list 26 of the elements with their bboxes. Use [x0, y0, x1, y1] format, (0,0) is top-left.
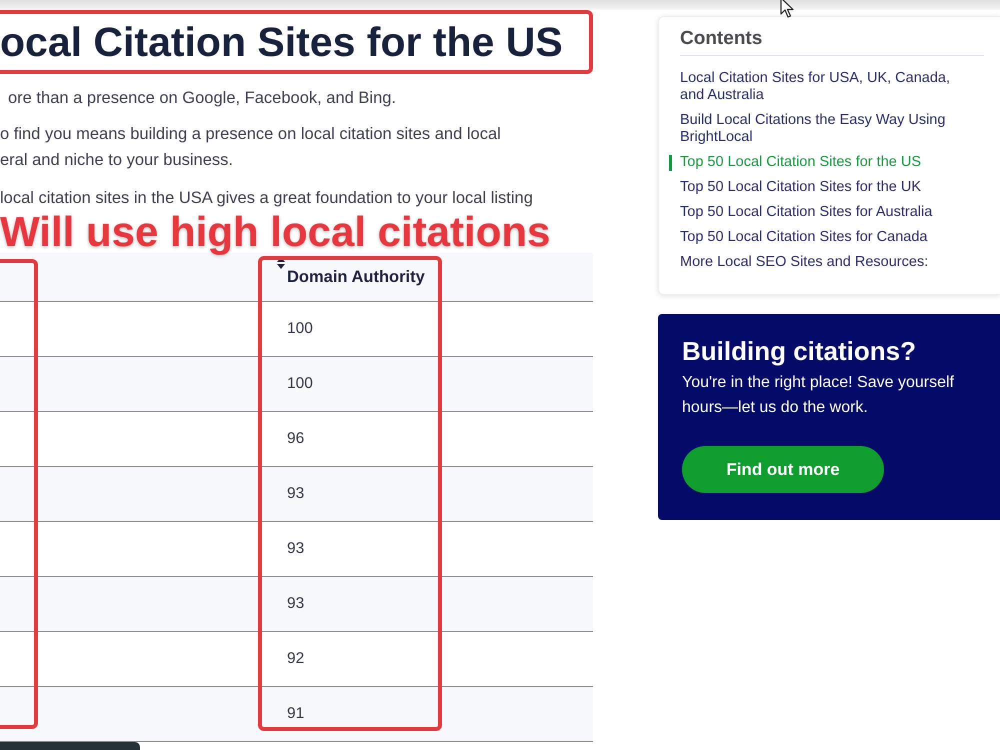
table-cell-text: 91 [287, 704, 304, 724]
contents-title: Contents [680, 27, 764, 51]
annotation-caption: Will use high local citations [0, 208, 550, 255]
find-out-more-button[interactable]: Find out more [682, 446, 884, 493]
page-heading: ocal Citation Sites for the US [0, 22, 563, 62]
table-cell-text: 96 [287, 429, 304, 450]
contents-link[interactable]: Top 50 Local Citation Sites for Australia [680, 204, 965, 221]
contents-link[interactable]: Top 50 Local Citation Sites for the UK [680, 179, 965, 196]
contents-link[interactable]: Local Citation Sites for USA, UK, Canada, and Australia [680, 70, 965, 104]
table-cell-text: 100 [287, 374, 313, 394]
contents-link[interactable]: Build Local Citations the Easy Way Using BrightLocal [680, 112, 965, 146]
contents-link[interactable]: Top 50 Local Citation Sites for the US [680, 154, 965, 171]
table-cell-text: 93 [287, 484, 304, 504]
active-indicator [669, 155, 672, 171]
column-header[interactable]: Domain Authority [260, 253, 425, 301]
table-cell-text: 100 [287, 319, 313, 340]
body-paragraph: local citation sites in the USA gives a great foundation to your local listing [0, 188, 534, 209]
promo-title: Building citations? [682, 336, 916, 366]
body-paragraph: o find you means building a presence on local citation sites and local eral and niche to your business. [0, 124, 502, 171]
contents-link[interactable]: Top 50 Local Citation Sites for Canada [680, 229, 965, 246]
table-cell-text: 93 [287, 539, 304, 560]
promo-text: You're in the right place! Save yourself hours—let us do the work. [682, 373, 955, 418]
table-cell-text: 92 [287, 649, 304, 670]
table-cell-text: 93 [287, 594, 304, 614]
contents-link[interactable]: More Local SEO Sites and Resources: [680, 254, 965, 271]
body-paragraph: ore than a presence on Google, Facebook, and Bing. [7, 88, 398, 109]
